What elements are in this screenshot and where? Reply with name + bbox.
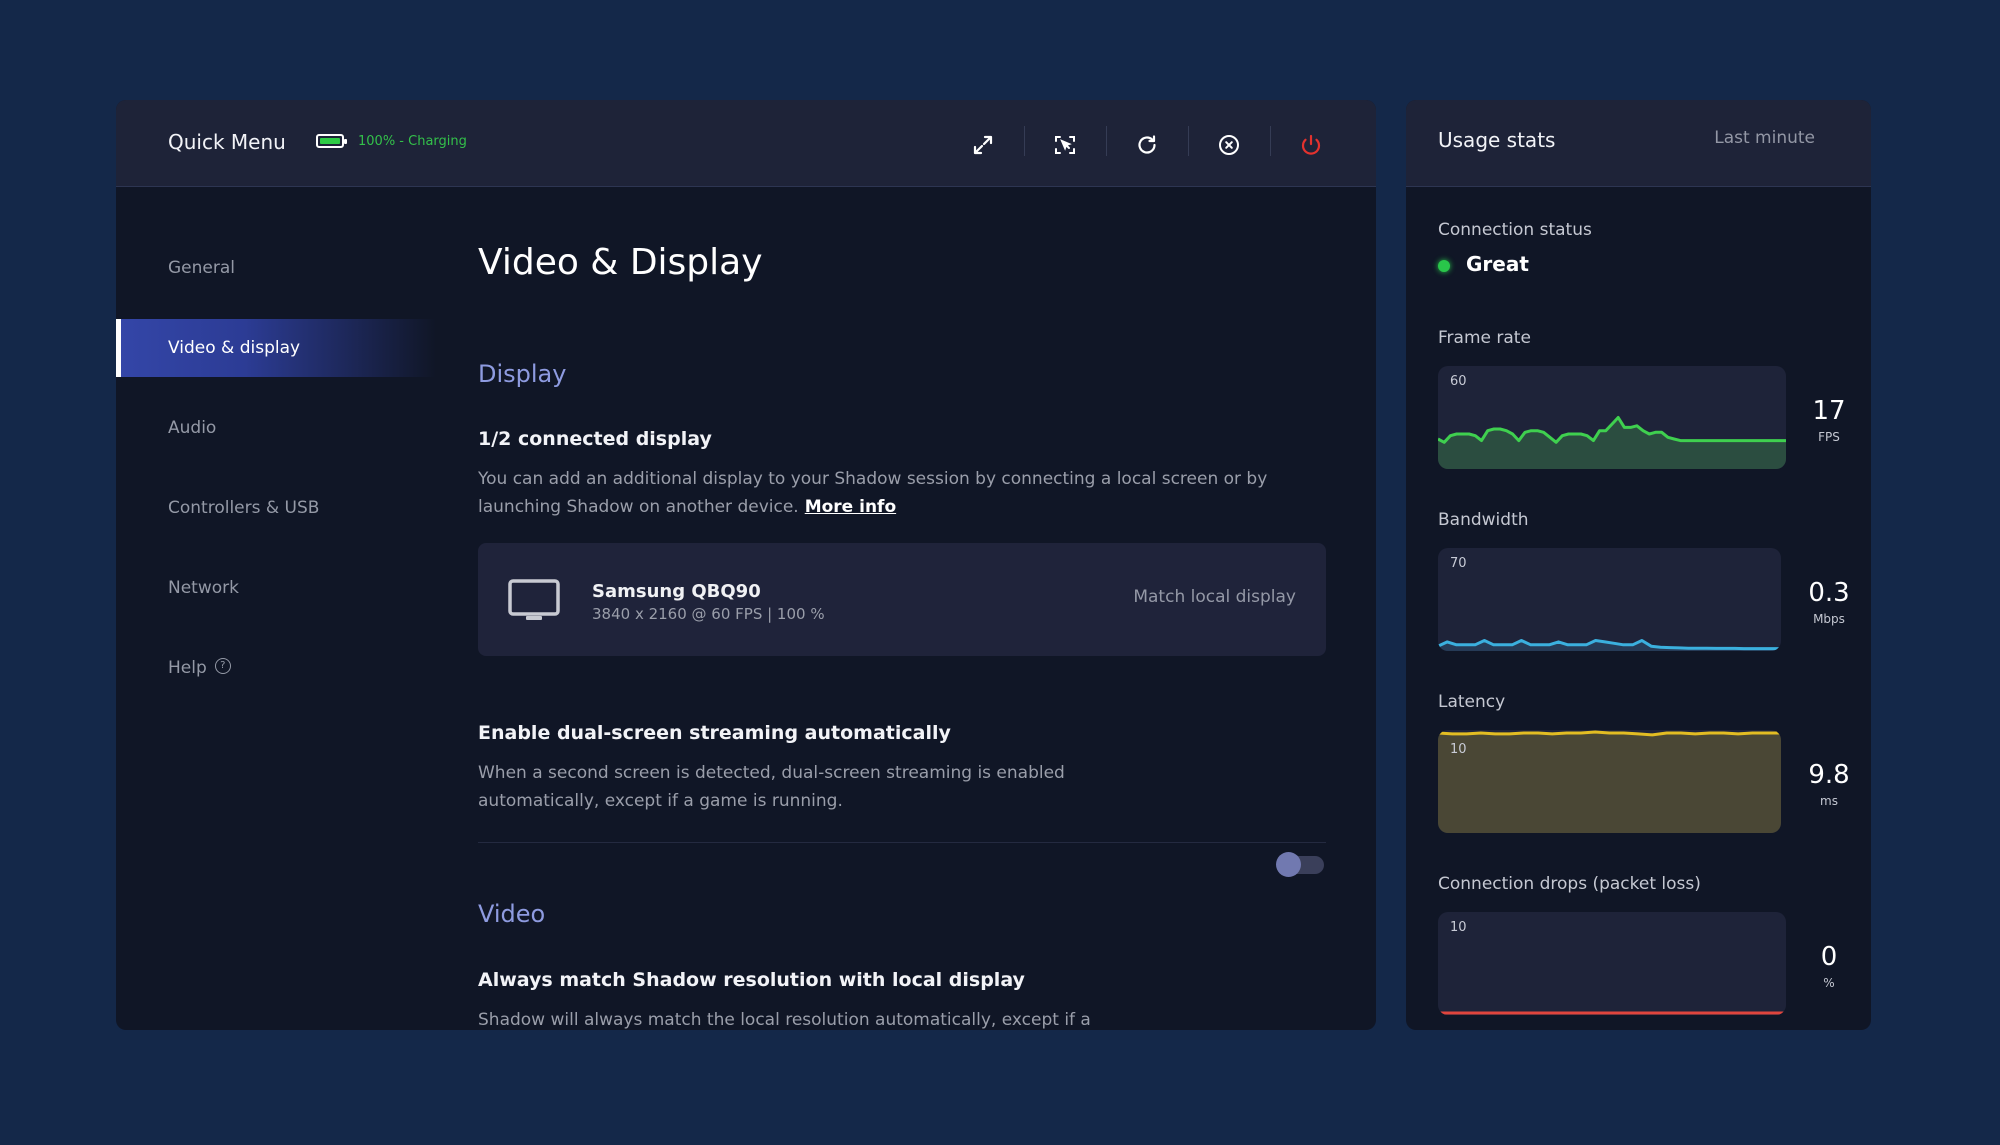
- packet-loss-chart: 10: [1438, 912, 1786, 1015]
- toolbar-divider: [1024, 126, 1025, 156]
- packet-loss-max-label: 10: [1450, 920, 1467, 935]
- packet-loss-label: Connection drops (packet loss): [1438, 874, 1701, 894]
- bandwidth-label: Bandwidth: [1438, 510, 1529, 530]
- chart-area-fill: [1438, 732, 1781, 833]
- power-button[interactable]: [1294, 128, 1328, 162]
- bandwidth-value: 0.3: [1808, 578, 1850, 608]
- sidebar-item-label: Help: [168, 658, 207, 678]
- quick-menu-title: Quick Menu: [168, 130, 286, 154]
- latency-unit: ms: [1820, 794, 1838, 808]
- bandwidth-chart: 70: [1438, 548, 1781, 651]
- quick-menu-panel: Quick Menu 100% - Charging General Video…: [116, 100, 1376, 1030]
- sidebar-item-video-display[interactable]: Video & display: [116, 319, 436, 377]
- usage-stats-header: Usage stats Last minute: [1406, 100, 1871, 187]
- latency-value: 9.8: [1808, 760, 1850, 790]
- display-card: Samsung QBQ90 3840 x 2160 @ 60 FPS | 100…: [478, 543, 1326, 656]
- sidebar-item-help[interactable]: Help?: [116, 639, 436, 697]
- frame-rate-unit: FPS: [1818, 430, 1840, 444]
- bandwidth-unit: Mbps: [1813, 612, 1845, 626]
- latency-label: Latency: [1438, 692, 1506, 712]
- page-title: Video & Display: [478, 242, 763, 283]
- monitor-icon: [508, 579, 560, 620]
- toolbar-divider: [1188, 126, 1189, 156]
- time-range-selector[interactable]: Last minute: [1714, 128, 1815, 148]
- sidebar-item-network[interactable]: Network: [116, 559, 436, 617]
- refresh-icon: [1138, 135, 1156, 154]
- bandwidth-max-label: 70: [1450, 556, 1467, 571]
- dual-screen-toggle[interactable]: [1276, 851, 1326, 877]
- sidebar-item-label: Network: [168, 578, 239, 598]
- quick-menu-header: Quick Menu 100% - Charging: [116, 100, 1376, 187]
- battery-status: 100% - Charging: [358, 134, 467, 149]
- cursor-frame-icon: [1055, 136, 1075, 154]
- fullscreen-button[interactable]: [966, 128, 1000, 162]
- dual-screen-title: Enable dual-screen streaming automatical…: [478, 722, 951, 744]
- close-circle-icon: [1219, 135, 1239, 155]
- status-dot-icon: [1438, 260, 1450, 272]
- usage-stats-panel: Usage stats Last minute Connection statu…: [1406, 100, 1871, 1030]
- match-local-display-button[interactable]: Match local display: [1133, 587, 1296, 607]
- connection-status-value: Great: [1466, 252, 1529, 276]
- latency-chart: 10: [1438, 730, 1781, 833]
- sidebar-item-label: Controllers & USB: [168, 498, 320, 518]
- connection-status-label: Connection status: [1438, 220, 1592, 240]
- monitor-name: Samsung QBQ90: [592, 581, 761, 602]
- more-info-link[interactable]: More info: [805, 497, 896, 517]
- frame-rate-value: 17: [1812, 396, 1846, 426]
- latency-max-label: 10: [1450, 742, 1467, 757]
- dual-screen-description: When a second screen is detected, dual-s…: [478, 763, 1065, 811]
- match-resolution-description: Shadow will always match the local resol…: [478, 1010, 1091, 1030]
- sidebar-item-audio[interactable]: Audio: [116, 399, 436, 457]
- sidebar-item-label: Audio: [168, 418, 217, 438]
- sidebar-item-label: General: [168, 258, 235, 278]
- packet-loss-value: 0: [1820, 942, 1838, 972]
- section-heading-display: Display: [478, 360, 567, 388]
- chart-series-line: [1438, 730, 1781, 737]
- disconnect-button[interactable]: [1212, 128, 1246, 162]
- connected-display-description: You can add an additional display to you…: [478, 469, 1268, 517]
- toolbar-divider: [1106, 126, 1107, 156]
- cursor-lock-button[interactable]: [1048, 128, 1082, 162]
- frame-rate-label: Frame rate: [1438, 328, 1531, 348]
- section-divider: [478, 842, 1326, 843]
- restart-button[interactable]: [1130, 128, 1164, 162]
- toolbar-divider: [1270, 126, 1271, 156]
- expand-arrows-icon: [973, 135, 993, 155]
- usage-stats-title: Usage stats: [1438, 128, 1556, 152]
- section-heading-video: Video: [478, 900, 546, 928]
- frame-rate-chart: 60: [1438, 366, 1786, 469]
- sidebar-item-label: Video & display: [168, 338, 301, 358]
- sidebar-item-general[interactable]: General: [116, 239, 436, 297]
- battery-icon: [316, 134, 347, 148]
- sidebar-item-controllers-usb[interactable]: Controllers & USB: [116, 479, 436, 537]
- connected-display-title: 1/2 connected display: [478, 428, 712, 450]
- match-resolution-title: Always match Shadow resolution with loca…: [478, 969, 1025, 991]
- packet-loss-unit: %: [1823, 976, 1835, 990]
- help-circle-icon: ?: [214, 658, 231, 674]
- power-icon: [1301, 134, 1321, 155]
- frame-rate-max-label: 60: [1450, 374, 1467, 389]
- monitor-spec: 3840 x 2160 @ 60 FPS | 100 %: [592, 605, 825, 623]
